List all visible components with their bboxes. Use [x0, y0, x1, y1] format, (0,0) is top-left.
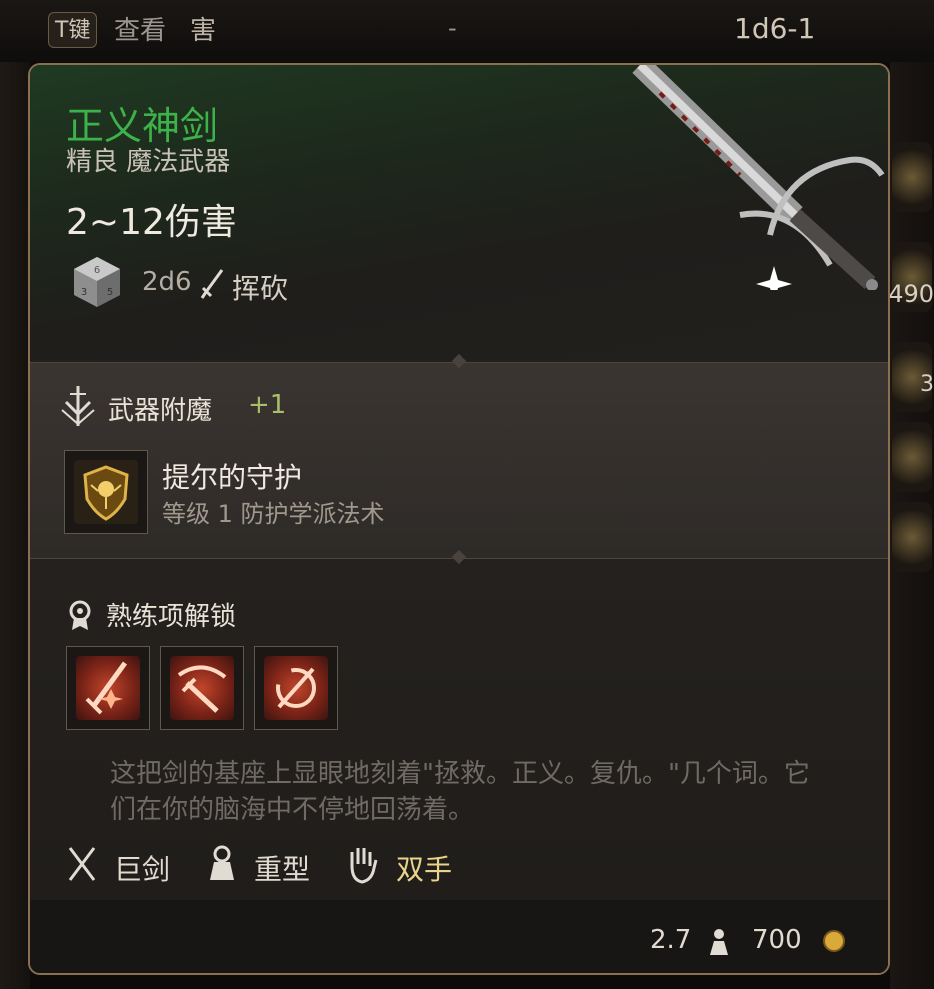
sword-image-icon [632, 65, 885, 290]
inventory-slot[interactable] [892, 502, 932, 572]
right-inventory-edge [890, 62, 934, 989]
top-damage-dice: 1d6-1 [734, 12, 816, 45]
enchantment-bonus: +1 [248, 390, 287, 420]
greatsword-icon [68, 847, 96, 881]
inventory-count: 490 [888, 280, 934, 308]
enchantment-title: 武器附魔 [108, 396, 213, 426]
svg-text:6: 6 [94, 265, 100, 276]
svg-text:3: 3 [81, 287, 87, 298]
enchantment-section: 武器附魔 +1 提尔的守护 等级 1 防护学派法术 [30, 353, 888, 558]
proficiency-title: 熟练项解锁 [106, 602, 237, 632]
two-handed-icon [350, 848, 378, 884]
view-item-name: 害 [190, 16, 217, 46]
damage-type: 挥砍 [232, 272, 289, 305]
inventory-slot[interactable] [892, 422, 932, 492]
svg-text:5: 5 [107, 287, 113, 298]
slashing-icon [200, 269, 224, 299]
item-price: 700 [752, 925, 802, 955]
item-rarity: 精良 魔法武器 [66, 147, 231, 177]
weapon-action-1-icon[interactable] [66, 646, 150, 730]
heavy-icon [210, 845, 234, 880]
gold-coin-icon [823, 930, 845, 952]
weapon-enchant-icon [61, 386, 95, 426]
shield-of-tyr-icon [74, 460, 138, 524]
top-dash: - [448, 14, 457, 42]
weapon-weight-class: 重型 [254, 853, 311, 886]
proficiency-icon [69, 600, 91, 630]
hotkey-badge[interactable]: T键 [48, 12, 98, 48]
view-label: 查看 [114, 16, 167, 46]
weapon-action-3-icon[interactable] [254, 646, 338, 730]
weapon-category: 巨剑 [114, 853, 171, 886]
spell-slot[interactable] [64, 450, 148, 534]
top-bar: T键 查看 害 - 1d6-1 [0, 0, 934, 62]
damage-dice: 2d6 [142, 267, 192, 297]
weight-icon [710, 929, 728, 955]
inventory-count: 3 [920, 372, 934, 397]
left-inventory-edge [0, 62, 30, 989]
weapon-handedness: 双手 [396, 853, 453, 886]
dice-icon: 6 3 5 [74, 257, 120, 307]
flavor-text: 这把剑的基座上显眼地刻着"拯救。正义。复仇。"几个词。它们在你的脑海中不停地回荡… [110, 759, 810, 825]
spell-name: 提尔的守护 [162, 461, 303, 494]
spell-description: 等级 1 防护学派法术 [162, 500, 385, 528]
item-damage: 2~12伤害 [66, 202, 237, 243]
inventory-slot[interactable] [892, 142, 932, 212]
item-tooltip: 正义神剑 精良 魔法武器 2~12伤害 6 3 5 2d6 挥砍 武器附魔 +1 [28, 63, 890, 975]
item-weight: 2.7 [650, 925, 692, 955]
weapon-action-2-icon[interactable] [160, 646, 244, 730]
tooltip-header: 正义神剑 精良 魔法武器 2~12伤害 6 3 5 2d6 挥砍 [30, 65, 888, 360]
